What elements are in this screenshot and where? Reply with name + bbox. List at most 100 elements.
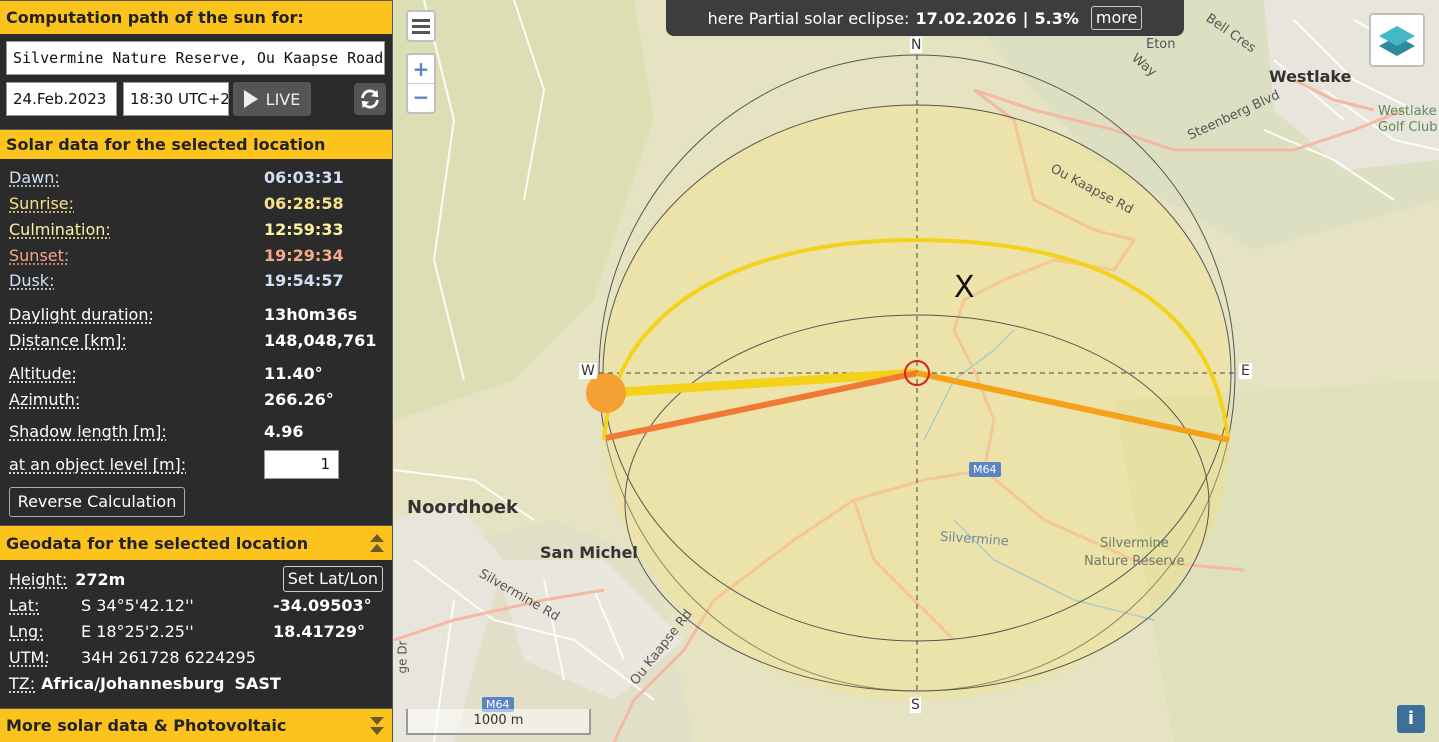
marker-x: X <box>954 270 975 305</box>
sunset-row: Sunset: 19:29:34 <box>9 242 383 268</box>
object-level-row: at an object level [m]: 1 <box>9 447 383 481</box>
shadow-value: 4.96 <box>264 421 304 441</box>
layers-button[interactable] <box>1369 13 1425 67</box>
more-solar-header[interactable]: More solar data & Photovoltaic <box>0 708 392 742</box>
menu-icon <box>412 24 430 28</box>
info-button[interactable]: i <box>1397 705 1425 733</box>
zoom-in-button[interactable]: + <box>408 55 434 84</box>
dawn-row: Dawn: 06:03:31 <box>9 164 383 190</box>
layers-icon <box>1379 26 1415 56</box>
place-san-michel: San Michel <box>540 543 638 562</box>
date-input[interactable]: 24.Feb.2023 <box>6 82 117 116</box>
route-m64-badge: M64 <box>969 462 1001 477</box>
object-level-label[interactable]: at an object level [m]: <box>9 455 264 474</box>
sunset-value: 19:29:34 <box>264 245 344 265</box>
zoom-out-button[interactable]: − <box>408 84 434 112</box>
time-input[interactable]: 18:30 UTC+2 <box>123 82 229 116</box>
live-label: LIVE <box>265 89 301 109</box>
tz-label[interactable]: TZ: <box>9 674 35 693</box>
distance-row: Distance [km]: 148,048,761 <box>9 327 383 353</box>
dusk-value: 19:54:57 <box>264 270 344 290</box>
lat-label[interactable]: Lat: <box>9 596 81 615</box>
place-noordhoek: Noordhoek <box>407 497 518 518</box>
height-label[interactable]: Height: <box>9 570 67 589</box>
address-input[interactable]: Silvermine Nature Reserve, Ou Kaapse Roa… <box>6 41 385 75</box>
daylight-row: Daylight duration: 13h0m36s <box>9 301 383 327</box>
geodata-title: Geodata for the selected location <box>6 533 309 553</box>
compass-n: N <box>910 37 923 53</box>
dusk-label[interactable]: Dusk: <box>9 271 264 290</box>
banner-percent: 5.3% <box>1034 8 1079 28</box>
place-westlake-golf-2: Golf Club <box>1378 120 1438 135</box>
map-canvas[interactable] <box>394 0 1439 742</box>
lat-decimal: -34.09503° <box>273 595 372 615</box>
utm-label[interactable]: UTM: <box>9 648 81 667</box>
set-lat-lon-button[interactable]: Set Lat/Lon <box>282 566 383 592</box>
culmination-value: 12:59:33 <box>264 219 344 239</box>
live-button[interactable]: LIVE <box>233 82 311 116</box>
compass-e: E <box>1239 363 1252 379</box>
place-westlake: Westlake <box>1269 67 1352 86</box>
sunset-label[interactable]: Sunset: <box>9 246 264 265</box>
menu-button[interactable] <box>406 10 436 42</box>
lng-row: Lng: E 18°25'2.25'' 18.41729° <box>9 618 383 644</box>
distance-label[interactable]: Distance [km]: <box>9 331 264 350</box>
solar-data-header[interactable]: Solar data for the selected location <box>0 129 392 159</box>
height-row: Height: 272m Set Lat/Lon <box>9 566 383 592</box>
play-icon <box>243 90 258 108</box>
dawn-label[interactable]: Dawn: <box>9 168 264 187</box>
dawn-value: 06:03:31 <box>264 167 344 187</box>
street-edge-dr: ge Dr <box>395 640 410 674</box>
sidebar: Computation path of the sun for: Silverm… <box>0 0 393 742</box>
azimuth-value: 266.26° <box>264 389 334 409</box>
altitude-value: 11.40° <box>264 363 323 383</box>
place-westlake-golf-1: Westlake <box>1378 104 1437 119</box>
collapse-icon[interactable] <box>368 531 386 555</box>
tz-value: Africa/Johannesburg <box>41 673 225 693</box>
tz-abbr: SAST <box>234 673 281 693</box>
map-view[interactable]: N S E W X Noordhoek San Michel Westlake … <box>394 0 1439 742</box>
utm-value: 34H 261728 6224295 <box>81 647 256 667</box>
sunrise-value: 06:28:58 <box>264 193 344 213</box>
shadow-row: Shadow length [m]: 4.96 <box>9 418 383 444</box>
dusk-row: Dusk: 19:54:57 <box>9 268 383 292</box>
sidebar-header: Computation path of the sun for: <box>0 0 392 34</box>
geodata-header[interactable]: Geodata for the selected location <box>0 525 392 560</box>
more-button[interactable]: more <box>1090 6 1143 30</box>
lng-label[interactable]: Lng: <box>9 622 81 641</box>
culmination-label[interactable]: Culmination: <box>9 220 264 239</box>
zoom-control: + − <box>406 53 436 114</box>
reverse-calculation-button[interactable]: Reverse Calculation <box>9 487 185 517</box>
refresh-button[interactable] <box>354 83 386 115</box>
lat-row: Lat: S 34°5'42.12'' -34.09503° <box>9 592 383 618</box>
altitude-label[interactable]: Altitude: <box>9 364 264 383</box>
location-controls: Silvermine Nature Reserve, Ou Kaapse Roa… <box>0 34 392 129</box>
place-silvermine-nr-1: Silvermine <box>1100 536 1169 551</box>
shadow-label[interactable]: Shadow length [m]: <box>9 422 264 441</box>
scale-bar: 1000 m <box>406 709 591 735</box>
street-eton: Eton <box>1146 37 1176 52</box>
banner-separator: | <box>1022 8 1029 28</box>
more-solar-title: More solar data & Photovoltaic <box>6 716 287 735</box>
object-level-input[interactable]: 1 <box>264 449 339 479</box>
sunrise-label[interactable]: Sunrise: <box>9 194 264 213</box>
compass-w: W <box>579 363 597 379</box>
expand-icon[interactable] <box>368 714 386 738</box>
refresh-icon <box>361 89 379 109</box>
lat-dms: S 34°5'42.12'' <box>81 595 194 615</box>
distance-value: 148,048,761 <box>264 330 377 350</box>
banner-date: 17.02.2026 <box>915 8 1017 28</box>
solar-data-table: Dawn: 06:03:31 Sunrise: 06:28:58 Culmina… <box>0 159 392 481</box>
lng-dms: E 18°25'2.25'' <box>81 621 194 641</box>
culmination-row: Culmination: 12:59:33 <box>9 216 383 242</box>
height-value: 272m <box>75 569 126 589</box>
lng-decimal: 18.41729° <box>273 621 366 641</box>
eclipse-banner: here Partial solar eclipse: 17.02.2026 |… <box>666 0 1184 36</box>
sidebar-header-title: Computation path of the sun for: <box>6 8 304 27</box>
solar-data-title: Solar data for the selected location <box>6 135 326 154</box>
place-silvermine-nr-2: Nature Reserve <box>1084 554 1185 569</box>
daylight-label[interactable]: Daylight duration: <box>9 305 264 324</box>
azimuth-label[interactable]: Azimuth: <box>9 390 264 409</box>
sunrise-row: Sunrise: 06:28:58 <box>9 190 383 216</box>
tz-row: TZ: Africa/Johannesburg SAST <box>9 670 383 696</box>
